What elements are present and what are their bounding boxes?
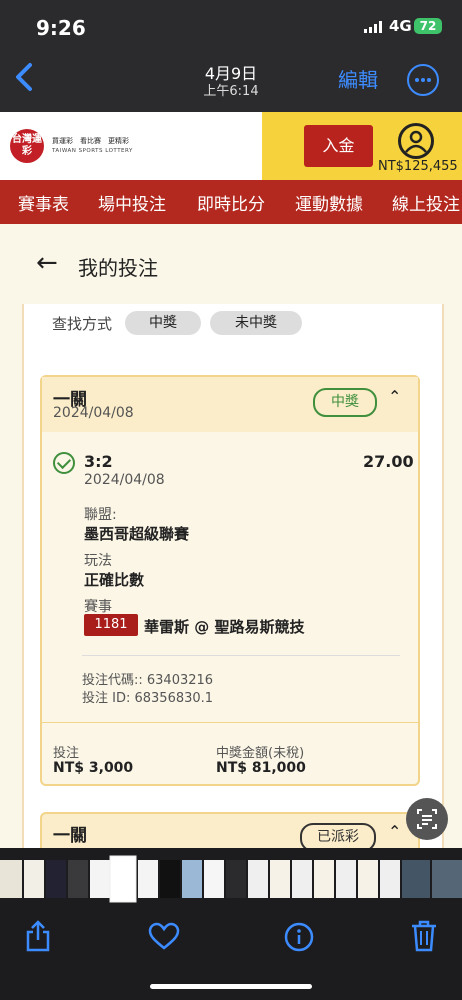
collapse-chevron-icon[interactable]: ⌃ (388, 822, 401, 841)
trash-icon[interactable] (410, 920, 438, 952)
tab-sports-data[interactable]: 運動數據 (295, 190, 363, 215)
info-icon[interactable] (284, 922, 314, 952)
selection-date: 2024/04/08 (84, 472, 165, 488)
divider (82, 655, 400, 656)
live-text-icon[interactable] (406, 798, 448, 840)
thumbnail-strip[interactable] (0, 848, 462, 908)
page-title-bar (0, 224, 462, 304)
page-title: 我的投注 (78, 256, 158, 280)
status-time: 9:26 (36, 16, 86, 40)
play-value: 正確比數 (84, 571, 145, 589)
event-name: 華雷斯 @ 聖路易斯競技 (144, 618, 305, 636)
filter-no-win[interactable]: 未中獎 (210, 311, 302, 335)
site-tagline-en: TAIWAN SPORTS LOTTERY (52, 148, 133, 154)
bet-code: 投注代碼:: 63403216 (82, 673, 214, 688)
network-type: 4G (389, 17, 412, 35)
home-indicator (150, 984, 312, 989)
account-balance: NT$125,455 (378, 159, 458, 174)
payout-value: NT$ 81,000 (216, 760, 306, 776)
tab-live-betting[interactable]: 場中投注 (98, 190, 166, 215)
status-badge: 中獎 (313, 388, 377, 417)
event-code-badge: 1181 (84, 614, 138, 636)
tab-schedule[interactable]: 賽事表 (18, 190, 69, 215)
signal-icon (364, 21, 382, 33)
stake-label: 投注 (53, 746, 80, 761)
edit-button[interactable]: 編輯 (338, 64, 378, 93)
sports-lottery-logo: 台灣運彩 (10, 129, 44, 163)
stake-value: NT$ 3,000 (53, 760, 134, 776)
check-circle-icon (53, 452, 75, 474)
share-icon[interactable] (24, 920, 52, 952)
site-tagline: 買運彩 看比賽 更精彩 (52, 137, 129, 145)
collapse-chevron-icon[interactable]: ⌃ (388, 387, 401, 406)
more-options-icon[interactable] (407, 64, 439, 96)
bet-id: 投注 ID: 68356830.1 (82, 691, 214, 706)
filter-win[interactable]: 中獎 (125, 311, 201, 335)
back-arrow-icon[interactable]: ← (36, 248, 58, 278)
user-icon[interactable] (398, 123, 434, 159)
deposit-button[interactable]: 入金 (304, 125, 373, 167)
league-label: 聯盟: (84, 507, 117, 523)
tab-live-scores[interactable]: 即時比分 (197, 190, 265, 215)
screenshot-content: 台灣運彩 買運彩 看比賽 更精彩 TAIWAN SPORTS LOTTERY 入… (0, 112, 462, 848)
card-footer-divider (42, 722, 418, 723)
odds: 27.00 (363, 452, 414, 471)
battery-indicator: 72 (414, 18, 442, 34)
league-value: 墨西哥超級聯賽 (84, 525, 190, 543)
event-label: 賽事 (84, 599, 112, 615)
play-label: 玩法 (84, 553, 112, 569)
query-label: 查找方式 (52, 315, 113, 333)
status-badge: 已派彩 (300, 823, 376, 848)
photo-time: 上午6:14 (203, 84, 259, 99)
heart-icon[interactable] (148, 922, 180, 950)
payout-label: 中獎金額(未稅) (216, 746, 305, 761)
selection: 3:2 (84, 452, 113, 471)
tab-online-betting[interactable]: 線上投注 (392, 190, 462, 215)
bet-date: 2024/04/08 (53, 405, 134, 421)
bet-type: 一關 (53, 826, 87, 846)
